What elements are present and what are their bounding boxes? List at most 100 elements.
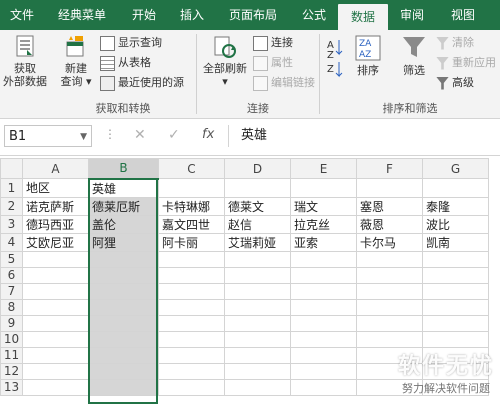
cell-b11[interactable] <box>88 346 159 364</box>
from-table-button[interactable]: 从表格 <box>100 54 151 72</box>
cell-e2[interactable]: 瑞文 <box>290 196 357 216</box>
cell-f9[interactable] <box>356 314 423 332</box>
cell-b2[interactable]: 德莱厄斯 <box>88 196 159 216</box>
cell-f7[interactable] <box>356 282 423 300</box>
cell-f8[interactable] <box>356 298 423 316</box>
cell-d8[interactable] <box>224 298 291 316</box>
insert-function-icon[interactable]: fx <box>202 127 214 142</box>
cell-g8[interactable] <box>422 298 489 316</box>
cell-f4[interactable]: 卡尔马 <box>356 232 423 252</box>
cell-f1[interactable] <box>356 178 423 198</box>
cell-c1[interactable] <box>158 178 225 198</box>
show-query-button[interactable]: 显示查询 <box>100 34 162 52</box>
cell-d2[interactable]: 德莱文 <box>224 196 291 216</box>
cell-a13[interactable] <box>22 378 89 396</box>
tab-home[interactable]: 开始 <box>120 0 168 30</box>
cell-a6[interactable] <box>22 266 89 284</box>
cell-c9[interactable] <box>158 314 225 332</box>
get-external-data-button[interactable]: 获取 外部数据 <box>2 34 48 88</box>
cell-d13[interactable] <box>224 378 291 396</box>
connections-button[interactable]: 连接 <box>253 34 293 52</box>
select-all-corner[interactable] <box>0 158 23 179</box>
row-header[interactable]: 6 <box>0 266 23 284</box>
name-box[interactable]: B1 ▼ <box>4 125 92 147</box>
advanced-filter-button[interactable]: 高级 <box>436 74 474 92</box>
column-header-c[interactable]: C <box>158 158 225 179</box>
row-header[interactable]: 5 <box>0 250 23 268</box>
column-header-f[interactable]: F <box>356 158 423 179</box>
cell-a12[interactable] <box>22 362 89 380</box>
formula-input[interactable]: 英雄 <box>228 125 496 147</box>
cell-c10[interactable] <box>158 330 225 348</box>
cell-a4[interactable]: 艾欧尼亚 <box>22 232 89 252</box>
cell-g7[interactable] <box>422 282 489 300</box>
tab-page-layout[interactable]: 页面布局 <box>216 0 290 30</box>
new-query-button[interactable]: 新建 查询 ▾ <box>56 34 96 88</box>
cell-b10[interactable] <box>88 330 159 348</box>
cell-d6[interactable] <box>224 266 291 284</box>
cell-f5[interactable] <box>356 250 423 268</box>
cell-e12[interactable] <box>290 362 357 380</box>
tab-data[interactable]: 数据 <box>338 4 388 30</box>
enter-check-icon[interactable]: ✓ <box>168 127 180 143</box>
cell-e13[interactable] <box>290 378 357 396</box>
cell-c8[interactable] <box>158 298 225 316</box>
cell-g9[interactable] <box>422 314 489 332</box>
cell-e9[interactable] <box>290 314 357 332</box>
row-header[interactable]: 8 <box>0 298 23 316</box>
cell-g6[interactable] <box>422 266 489 284</box>
tab-classic-menu[interactable]: 经典菜单 <box>44 0 120 30</box>
cell-c7[interactable] <box>158 282 225 300</box>
cell-d4[interactable]: 艾瑞莉娅 <box>224 232 291 252</box>
cell-c5[interactable] <box>158 250 225 268</box>
row-header[interactable]: 10 <box>0 330 23 348</box>
cell-a8[interactable] <box>22 298 89 316</box>
column-header-a[interactable]: A <box>22 158 89 179</box>
reapply-button[interactable]: 重新应用 <box>436 54 496 72</box>
cell-c6[interactable] <box>158 266 225 284</box>
column-header-e[interactable]: E <box>290 158 357 179</box>
column-header-b[interactable]: B <box>88 158 159 180</box>
cell-e10[interactable] <box>290 330 357 348</box>
cell-b1[interactable]: 英雄 <box>88 178 159 198</box>
cell-g3[interactable]: 波比 <box>422 214 489 234</box>
cell-c4[interactable]: 阿卡丽 <box>158 232 225 252</box>
cell-e7[interactable] <box>290 282 357 300</box>
cell-c13[interactable] <box>158 378 225 396</box>
cell-b3[interactable]: 盖伦 <box>88 214 159 234</box>
row-header[interactable]: 2 <box>0 196 23 216</box>
cell-c12[interactable] <box>158 362 225 380</box>
cell-b4[interactable]: 阿狸 <box>88 232 159 252</box>
cell-a2[interactable]: 诺克萨斯 <box>22 196 89 216</box>
cell-a3[interactable]: 德玛西亚 <box>22 214 89 234</box>
cell-f6[interactable] <box>356 266 423 284</box>
row-header[interactable]: 12 <box>0 362 23 380</box>
column-header-g[interactable]: G <box>422 158 489 179</box>
cell-e4[interactable]: 亚索 <box>290 232 357 252</box>
cell-a1[interactable]: 地区 <box>22 178 89 198</box>
cell-a9[interactable] <box>22 314 89 332</box>
cell-g2[interactable]: 泰隆 <box>422 196 489 216</box>
column-header-d[interactable]: D <box>224 158 291 179</box>
row-header[interactable]: 11 <box>0 346 23 364</box>
edit-links-button[interactable]: 编辑链接 <box>253 74 315 92</box>
recent-sources-button[interactable]: 最近使用的源 <box>100 74 184 92</box>
cell-b5[interactable] <box>88 250 159 268</box>
cell-e1[interactable] <box>290 178 357 198</box>
cell-c2[interactable]: 卡特琳娜 <box>158 196 225 216</box>
cell-d1[interactable] <box>224 178 291 198</box>
properties-button[interactable]: 属性 <box>253 54 293 72</box>
cancel-icon[interactable]: ✕ <box>134 127 146 143</box>
tab-file[interactable]: 文件 <box>0 0 44 30</box>
row-header[interactable]: 4 <box>0 232 23 252</box>
row-header[interactable]: 3 <box>0 214 23 234</box>
cell-a5[interactable] <box>22 250 89 268</box>
cell-b7[interactable] <box>88 282 159 300</box>
cell-d10[interactable] <box>224 330 291 348</box>
cell-d9[interactable] <box>224 314 291 332</box>
cell-d5[interactable] <box>224 250 291 268</box>
cell-f3[interactable]: 薇恩 <box>356 214 423 234</box>
cell-g5[interactable] <box>422 250 489 268</box>
cell-g1[interactable] <box>422 178 489 198</box>
row-header[interactable]: 1 <box>0 178 23 198</box>
